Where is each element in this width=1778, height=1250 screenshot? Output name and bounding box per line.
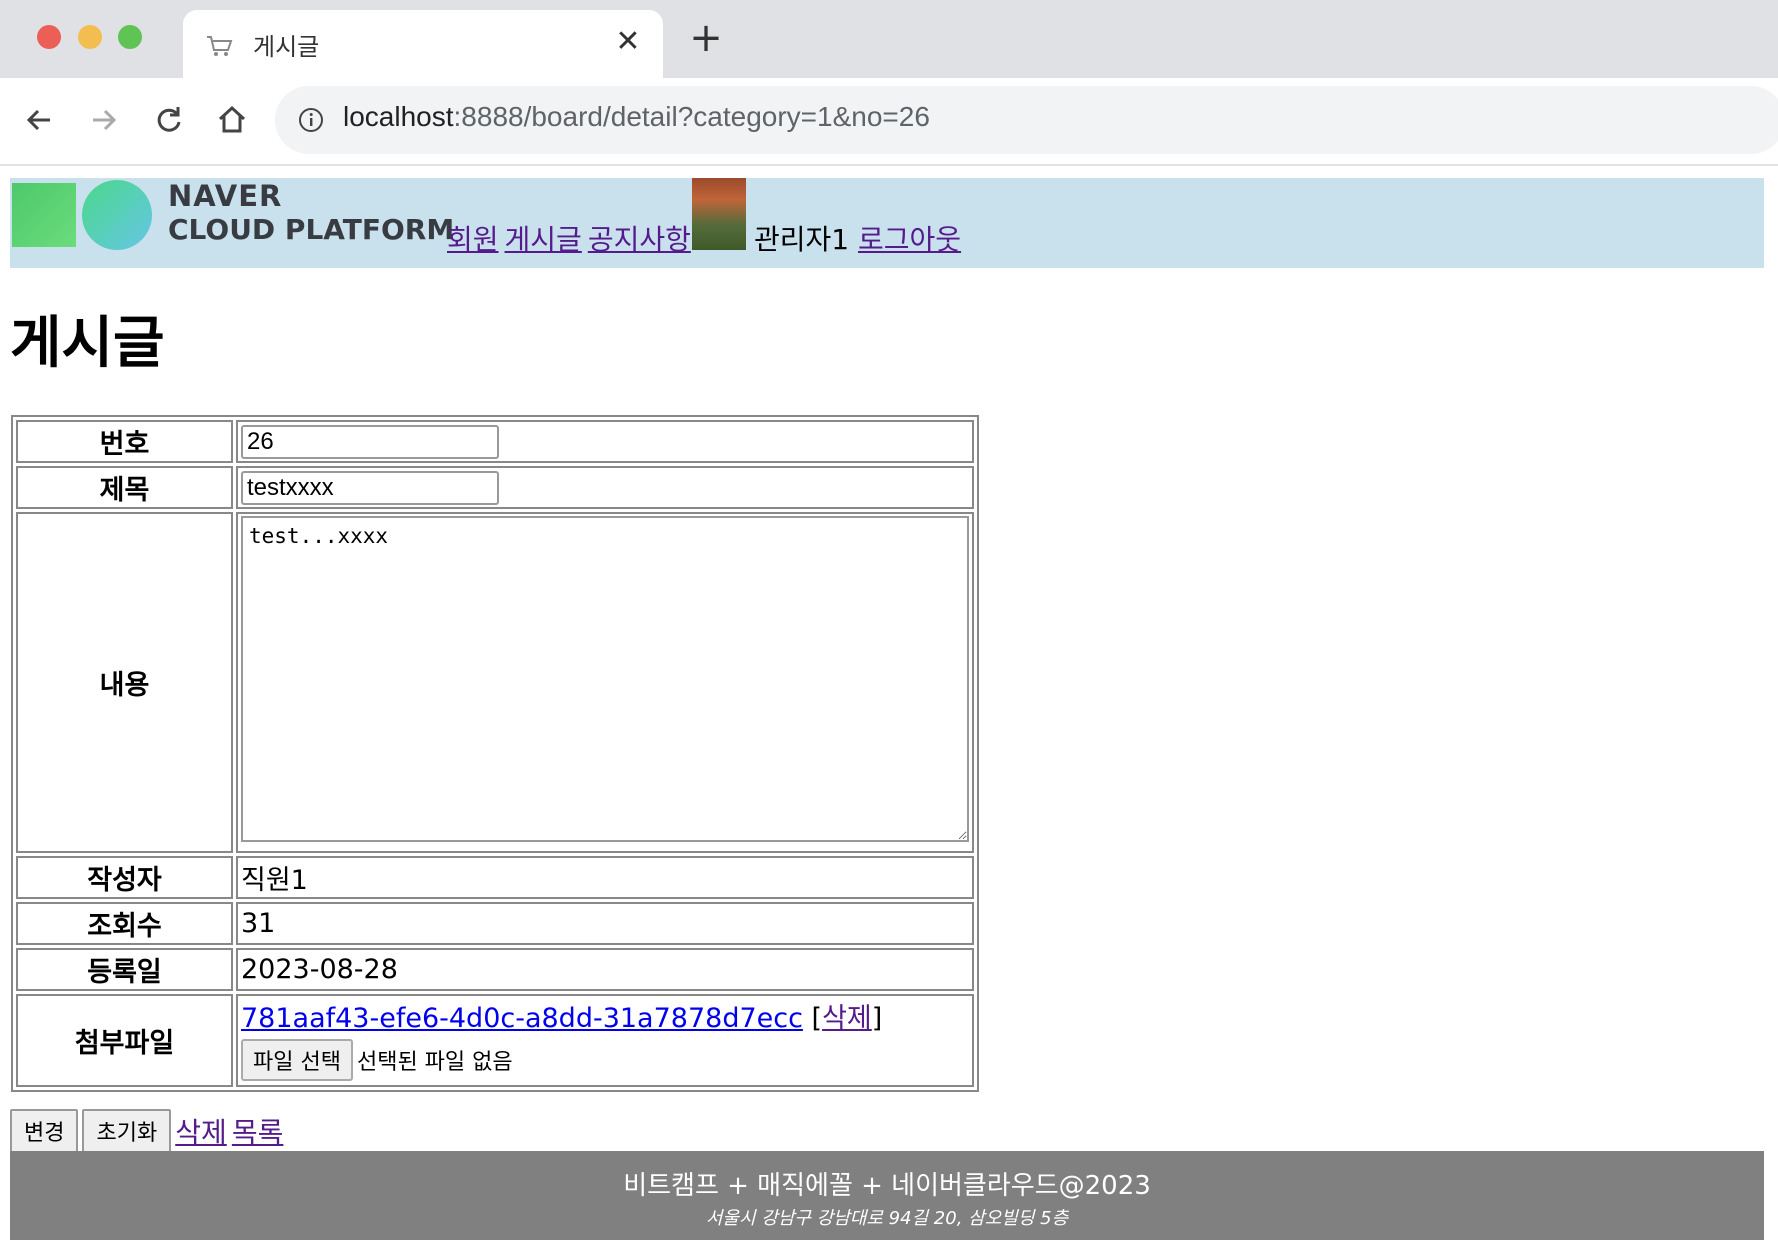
home-icon[interactable] (210, 98, 254, 142)
footer-line-1: 비트캠프 + 매직에꼴 + 네이버클라우드@2023 (623, 1171, 1151, 1201)
cell-title (236, 466, 974, 509)
window-zoom-button[interactable] (118, 25, 142, 49)
nav-link-board[interactable]: 게시글 (505, 223, 582, 256)
created-value: 2023-08-28 (236, 948, 974, 991)
logo-circle (82, 180, 152, 250)
file-select-button[interactable]: 파일 선택 (241, 1039, 353, 1081)
file-picker: 파일 선택 선택된 파일 없음 (241, 1035, 969, 1085)
table-row-no: 번호 (16, 420, 974, 463)
views-value: 31 (236, 902, 974, 945)
new-tab-button[interactable]: + (688, 18, 724, 60)
attachment-delete-link[interactable]: 삭제 (822, 1003, 872, 1034)
browser-toolbar: localhost:8888/board/detail?category=1&n… (0, 78, 1778, 166)
header-user: 관리자1 로그아웃 (754, 218, 961, 258)
browser-tab[interactable]: 게시글 ✕ (183, 10, 663, 78)
file-none-text: 선택된 파일 없음 (356, 1050, 513, 1075)
label-no: 번호 (16, 420, 233, 463)
forward-arrow-icon[interactable] (81, 98, 125, 142)
table-row-content: 내용 test...xxxx (16, 512, 974, 853)
address-bar[interactable]: localhost:8888/board/detail?category=1&n… (275, 86, 1778, 154)
label-attach: 첨부파일 (16, 994, 233, 1087)
label-content: 내용 (16, 512, 233, 853)
attachment-link[interactable]: 781aaf43-efe6-4d0c-a8dd-31a7878d7ecc (241, 1003, 803, 1034)
user-name: 관리자1 (754, 223, 850, 256)
table-row-views: 조회수 31 (16, 902, 974, 945)
cell-no (236, 420, 974, 463)
url-text[interactable]: localhost:8888/board/detail?category=1&n… (343, 101, 930, 133)
tab-close-icon[interactable]: ✕ (611, 22, 645, 62)
url-host: localhost (343, 101, 454, 132)
list-link[interactable]: 목록 (232, 1116, 284, 1149)
title-input[interactable] (241, 470, 499, 505)
reload-icon[interactable] (146, 98, 190, 142)
attachment-line: 781aaf43-efe6-4d0c-a8dd-31a7878d7ecc [삭제… (241, 996, 969, 1035)
header-nav: 회원 게시글 공지사항 (447, 218, 697, 258)
writer-value: 직원1 (236, 856, 974, 899)
footer-line-2: 서울시 강남구 강남대로 94길 20, 삼오빌딩 5층 (705, 1208, 1069, 1229)
action-bar: 변경 초기화 삭제 목록 (10, 1109, 283, 1153)
url-path: :8888/board/detail?category=1&no=26 (453, 101, 930, 132)
avatar (692, 178, 746, 250)
nav-link-members[interactable]: 회원 (447, 223, 499, 256)
delete-link[interactable]: 삭제 (175, 1116, 227, 1149)
reset-button[interactable]: 초기화 (82, 1109, 172, 1153)
nav-link-notice[interactable]: 공지사항 (588, 223, 691, 256)
logo-line-1: NAVER (168, 179, 283, 213)
detail-table: 번호 제목 내용 test...xxxx 작성자 직원1 조회수 31 등록일 (11, 415, 979, 1092)
no-input[interactable] (241, 424, 499, 459)
cell-content: test...xxxx (236, 512, 974, 853)
window-close-button[interactable] (37, 25, 61, 49)
change-button[interactable]: 변경 (10, 1109, 79, 1153)
table-row-title: 제목 (16, 466, 974, 509)
table-row-attach: 첨부파일 781aaf43-efe6-4d0c-a8dd-31a7878d7ec… (16, 994, 974, 1087)
site-header: NAVER CLOUD PLATFORM 회원 게시글 공지사항 관리자1 로그아웃 (10, 178, 1764, 268)
page-title: 게시글 (10, 311, 165, 376)
logo-line-2: CLOUD PLATFORM (168, 213, 455, 246)
label-writer: 작성자 (16, 856, 233, 899)
info-icon[interactable] (297, 106, 325, 134)
label-views: 조회수 (16, 902, 233, 945)
label-title: 제목 (16, 466, 233, 509)
table-row-created: 등록일 2023-08-28 (16, 948, 974, 991)
browser-tab-bar: 게시글 ✕ + (0, 0, 1778, 78)
content-textarea[interactable]: test...xxxx (241, 516, 969, 842)
logo-square (12, 183, 76, 247)
site-footer: 비트캠프 + 매직에꼴 + 네이버클라우드@2023 서울시 강남구 강남대로 … (10, 1151, 1764, 1240)
logout-link[interactable]: 로그아웃 (858, 223, 961, 256)
table-row-writer: 작성자 직원1 (16, 856, 974, 899)
cell-attach: 781aaf43-efe6-4d0c-a8dd-31a7878d7ecc [삭제… (236, 994, 974, 1087)
logo-text: NAVER CLOUD PLATFORM (168, 179, 455, 247)
window-minimize-button[interactable] (78, 25, 102, 49)
bracket-open: [ (811, 1003, 823, 1034)
tab-title: 게시글 (253, 33, 320, 61)
bracket-close: ] (871, 1003, 883, 1034)
shopping-cart-icon (207, 36, 233, 56)
back-arrow-icon[interactable] (18, 98, 62, 142)
label-created: 등록일 (16, 948, 233, 991)
